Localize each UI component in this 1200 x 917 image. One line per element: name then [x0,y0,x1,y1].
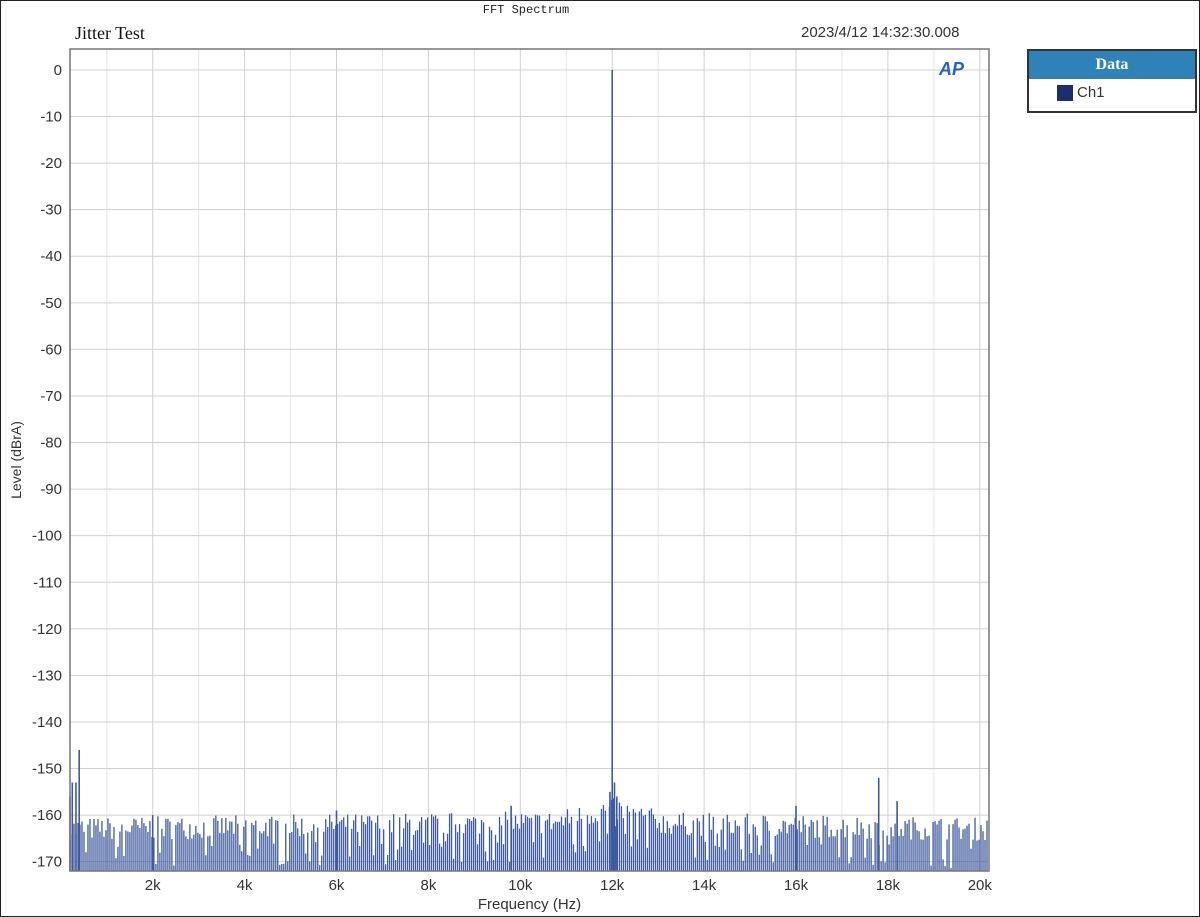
plot-border [69,48,990,872]
x-tick-label: 12k [600,877,625,894]
x-tick-label: 10k [508,877,533,894]
x-tick-label: 16k [784,877,809,894]
y-tick-label: 0 [54,62,62,79]
y-tick-label: -50 [40,295,62,312]
x-tick-label: 2k [145,877,161,894]
y-tick-label: -10 [40,109,62,126]
legend-swatch [1057,84,1073,101]
legend-title: Data [1029,51,1195,79]
x-tick-label: 14k [692,877,717,894]
y-tick-label: -60 [40,341,62,358]
y-tick-label: -160 [32,807,62,824]
ap-logo: AP [939,59,965,79]
y-tick-label: -80 [40,435,62,452]
y-tick-label: -170 [32,854,62,871]
y-tick-label: -110 [33,574,62,591]
y-tick-label: -140 [32,714,62,731]
x-tick-label: 8k [420,877,436,894]
y-tick-label: -20 [40,155,62,172]
legend-label: Ch1 [1077,84,1105,101]
y-tick-label: -120 [32,621,62,638]
x-axis-label: Frequency (Hz) [478,896,581,913]
y-tick-label: -100 [32,528,62,545]
x-tick-label: 6k [329,877,345,894]
x-tick-label: 4k [237,877,253,894]
y-axis-label: Level (dBrA) [8,421,24,499]
plot-area: 0 -10 -20 -30 -40 -50 -60 -70 -80 -90 -100 -110 -120… [8,48,993,913]
chart-window: FFT Spectrum Jitter Test 2023/4/12 14:32… [0,0,1200,917]
y-tick-label: -40 [40,248,62,265]
y-tick-label: -30 [40,202,62,219]
y-tick-label: -150 [32,761,62,778]
x-tick-label: 18k [876,877,901,894]
legend: Data Ch1 [1027,49,1197,113]
y-tick-label: -130 [32,667,62,684]
y-tick-label: -70 [40,388,62,405]
y-tick-label: -90 [40,481,62,498]
x-tick-label: 20k [968,877,993,894]
legend-item-ch1[interactable]: Ch1 [1029,79,1195,101]
